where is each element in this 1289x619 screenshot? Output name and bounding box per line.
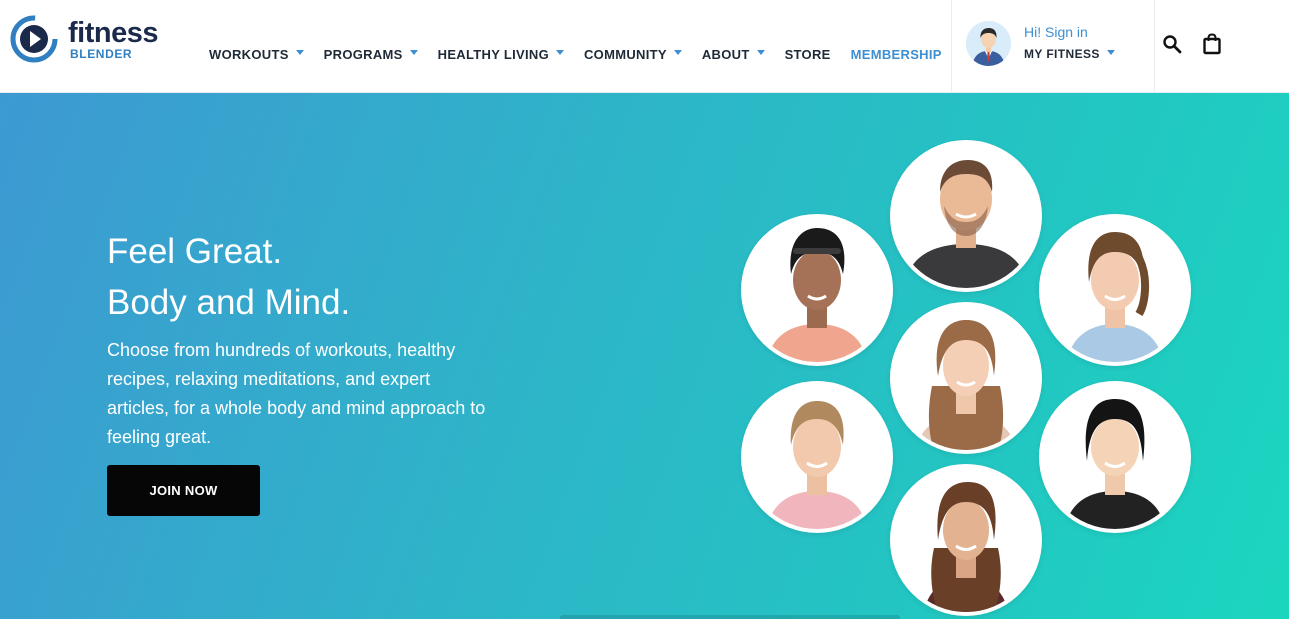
caret-down-icon (756, 50, 765, 55)
caret-down-icon (409, 50, 418, 55)
trainer-photo (1039, 214, 1191, 366)
hero-banner: Feel Great. Body and Mind. Choose from h… (0, 93, 1289, 619)
divider (560, 615, 900, 619)
caret-down-icon (1106, 50, 1115, 55)
join-now-button[interactable]: JOIN NOW (107, 465, 260, 516)
nav-item-label: COMMUNITY (583, 46, 667, 62)
caret-down-icon (555, 50, 564, 55)
logo-wordmark: fitness (68, 17, 158, 49)
headline-line-1: Feel Great. (107, 232, 283, 271)
account-menu[interactable]: Hi! Sign in MY FITNESS (951, 0, 1155, 93)
trainer-photo (890, 464, 1042, 616)
trainer-photo (741, 381, 893, 533)
user-avatar-icon (966, 21, 1011, 66)
search-icon (1163, 35, 1182, 54)
trainer-photo (1039, 381, 1191, 533)
nav-item-label: WORKOUTS (209, 46, 289, 62)
trainer-photo (890, 302, 1042, 454)
caret-down-icon (673, 50, 682, 55)
site-header: fitness BLENDER WORKOUTS PROGRAMS HEALTH… (0, 0, 1289, 93)
my-fitness-dropdown[interactable]: MY FITNESS (1024, 47, 1115, 61)
logo-subtitle: BLENDER (70, 47, 133, 61)
nav-item-store[interactable]: STORE (785, 47, 831, 62)
trainer-photo (741, 214, 893, 366)
search-button[interactable] (1161, 33, 1183, 55)
shopping-bag-icon (1203, 33, 1221, 55)
nav-item-label: PROGRAMS (323, 46, 403, 62)
nav-item-label: MEMBERSHIP (850, 46, 942, 62)
nav-item-workouts[interactable]: WORKOUTS (209, 47, 304, 62)
hero-description: Choose from hundreds of workouts, health… (107, 340, 486, 447)
nav-item-programs[interactable]: PROGRAMS (324, 47, 418, 62)
main-nav: WORKOUTS PROGRAMS HEALTHY LIVING COMMUNI… (200, 44, 962, 64)
caret-down-icon (295, 50, 304, 55)
my-fitness-label: MY FITNESS (1024, 47, 1100, 61)
fitness-blender-logo[interactable]: fitness BLENDER (10, 13, 180, 65)
hero-headline: Feel Great. Body and Mind. (107, 226, 350, 328)
nav-item-membership[interactable]: MEMBERSHIP (851, 47, 942, 62)
trainer-photo (890, 140, 1042, 292)
sign-in-link[interactable]: Hi! Sign in (1024, 24, 1088, 40)
nav-item-community[interactable]: COMMUNITY (584, 47, 682, 62)
cart-button[interactable] (1201, 33, 1223, 55)
nav-item-label: ABOUT (701, 46, 750, 62)
nav-item-about[interactable]: ABOUT (702, 47, 765, 62)
play-logo-icon (10, 15, 58, 63)
nav-item-label: STORE (784, 46, 831, 62)
nav-item-label: HEALTHY LIVING (437, 46, 549, 62)
nav-item-healthy-living[interactable]: HEALTHY LIVING (438, 47, 564, 62)
headline-line-2: Body and Mind. (107, 283, 351, 322)
